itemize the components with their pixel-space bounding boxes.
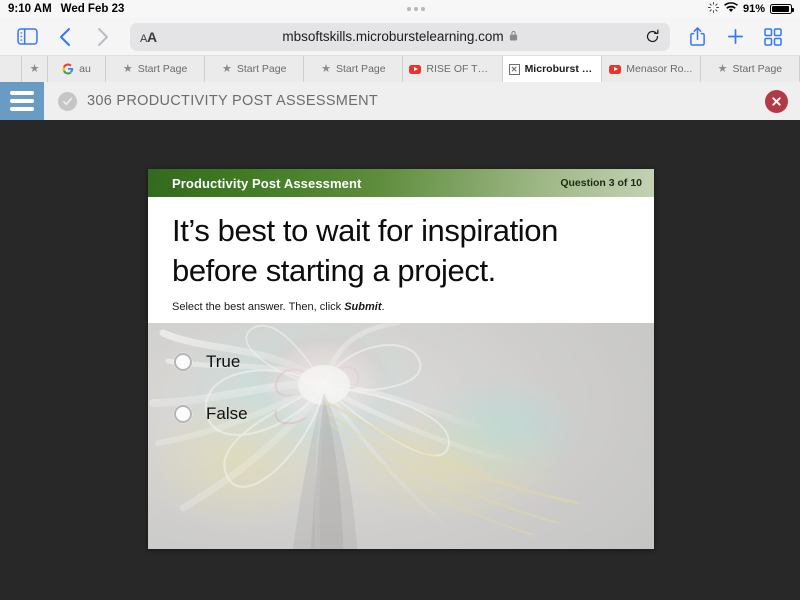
question-counter: Question 3 of 10 [560,177,642,189]
instruction-prefix: Select the best answer. Then, click [172,301,345,314]
question-instruction: Select the best answer. Then, click Subm… [172,301,630,313]
status-bar-left: 9:10 AM Wed Feb 23 [8,3,124,15]
quiz-card: Productivity Post Assessment Question 3 … [148,169,654,549]
star-icon: ★ [717,62,728,75]
tab-overview-button[interactable] [756,22,790,52]
tab-label: Microburst L... [524,63,595,75]
tab-label: Start Page [137,63,188,75]
question-area: It’s best to wait for inspiration before… [148,197,654,324]
browser-toolbar: AA mbsoftskills.microburstelearning.com [0,18,800,56]
tab-label: Menasor Ro... [626,63,693,75]
lock-icon [509,29,518,44]
content-stage: Productivity Post Assessment Question 3 … [0,120,800,600]
recording-dots-icon [407,7,426,11]
page-title: 306 PRODUCTIVITY POST ASSESSMENT [87,93,379,109]
star-icon: ★ [221,62,232,75]
browser-tab[interactable]: ★ Start Page [304,56,404,82]
address-bar-url: mbsoftskills.microburstelearning.com [282,29,504,44]
status-bar-right: 91% [707,2,794,16]
browser-tab[interactable]: ★ Start Page [205,56,305,82]
instruction-bold: Submit [344,301,382,314]
battery-icon [770,4,794,14]
browser-tab[interactable]: Menasor Ro... [601,56,701,82]
tab-label: RISE OF THE... [426,63,496,75]
youtube-icon [609,64,622,74]
star-icon: ★ [29,62,40,75]
browser-tab[interactable]: au [48,56,106,82]
quiz-title: Productivity Post Assessment [172,175,362,191]
browser-tab[interactable]: ✕ Microburst L... [502,56,602,82]
radio-button[interactable] [174,353,192,372]
sync-spinner-icon [707,2,719,16]
answer-option-label: False [206,404,248,424]
address-bar-url-group: mbsoftskills.microburstelearning.com [130,29,670,44]
forward-button [86,22,120,52]
new-tab-button[interactable] [718,22,752,52]
check-circle-icon [58,91,77,111]
browser-tab[interactable]: ★ Start Page [700,56,800,82]
tab-label: Start Page [236,63,287,75]
course-app-header: 306 PRODUCTIVITY POST ASSESSMENT [0,82,800,120]
browser-tab[interactable]: ★ [22,56,48,82]
status-bar-time: 9:10 AM [8,3,52,15]
star-icon: ★ [122,62,133,75]
status-bar-date: Wed Feb 23 [60,3,125,15]
status-bar-center [124,7,708,11]
instruction-suffix: . [381,301,385,314]
close-circle-icon[interactable] [765,89,788,113]
star-icon: ★ [321,62,331,75]
address-bar[interactable]: AA mbsoftskills.microburstelearning.com [130,22,670,51]
youtube-icon [409,64,422,74]
radio-button[interactable] [174,405,192,424]
reload-button[interactable] [645,29,660,44]
tab-label: au [79,63,91,75]
back-button[interactable] [48,22,82,52]
answer-option[interactable]: False [174,395,634,433]
text-size-button[interactable]: AA [140,29,157,45]
share-button[interactable] [680,22,714,52]
tab-label: Start Page [732,63,783,75]
hamburger-menu-icon[interactable] [0,82,44,120]
ios-status-bar: 9:10 AM Wed Feb 23 91% [0,0,800,18]
quiz-card-header: Productivity Post Assessment Question 3 … [148,169,654,197]
answer-option[interactable]: True [174,343,634,381]
answers-area: True False [148,323,654,549]
browser-tab[interactable] [0,56,22,82]
answer-options: True False [174,343,634,447]
browser-tab[interactable]: RISE OF THE... [403,56,503,82]
sidebar-toggle-icon[interactable] [10,22,44,52]
browser-tab[interactable]: ★ Start Page [106,56,206,82]
wifi-icon [723,2,738,16]
answer-option-label: True [206,352,241,372]
tab-label: Start Page [335,63,386,75]
x-square-icon: ✕ [508,63,520,75]
question-text: It’s best to wait for inspiration before… [172,213,558,288]
tab-strip: ★ au ★ Start Page ★ Start Page ★ Start Page RISE… [0,56,800,82]
battery-percent-label: 91% [742,3,765,15]
